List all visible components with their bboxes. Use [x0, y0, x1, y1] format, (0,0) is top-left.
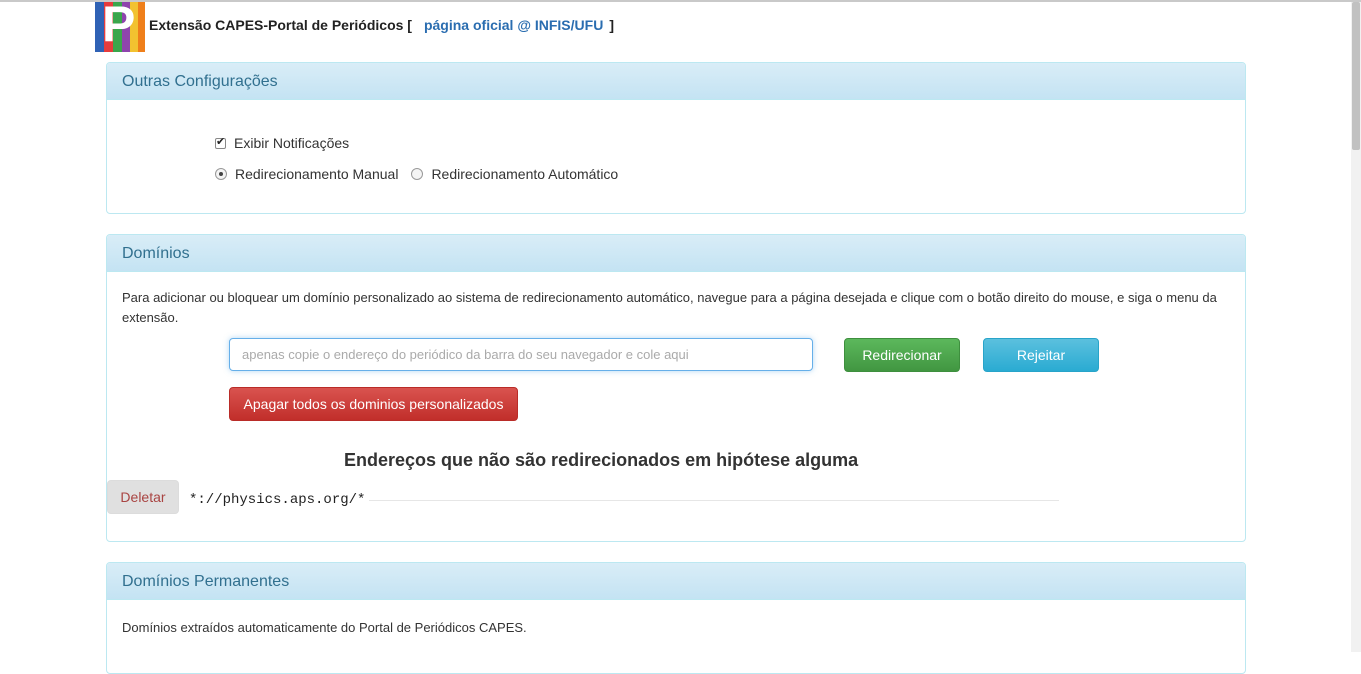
- show-notifications-row: Exibir Notificações: [215, 135, 349, 151]
- redirect-mode-row: Redirecionamento Manual Redirecionamento…: [215, 166, 618, 182]
- show-notifications-label: Exibir Notificações: [234, 135, 350, 151]
- excluded-addresses-title: Endereços que não são redirecionados em …: [344, 450, 859, 470]
- domains-heading: Domínios: [107, 235, 1245, 272]
- reject-button[interactable]: Rejeitar: [983, 338, 1099, 372]
- domains-panel: Domínios Para adicionar ou bloquear um d…: [106, 234, 1246, 542]
- auto-redirect-radio[interactable]: [411, 168, 424, 180]
- permanent-domains-heading: Domínios Permanentes: [107, 563, 1245, 600]
- excluded-domain-pattern: *://physics.aps.org/*: [189, 492, 366, 508]
- domain-url-input[interactable]: [229, 338, 813, 371]
- show-notifications-checkbox[interactable]: [215, 135, 226, 149]
- manual-redirect-radio[interactable]: [215, 168, 227, 180]
- window-top-border: [0, 0, 1361, 2]
- permanent-domains-description: Domínios extraídos automaticamente do Po…: [122, 620, 527, 635]
- scrollbar-thumb[interactable]: [1352, 2, 1360, 150]
- other-settings-heading: Outras Configurações: [107, 63, 1245, 100]
- vertical-scrollbar[interactable]: [1351, 2, 1361, 652]
- auto-redirect-label: Redirecionamento Automático: [431, 166, 619, 182]
- permanent-domains-panel: Domínios Permanentes Domínios extraídos …: [106, 562, 1246, 674]
- portal-logo: P: [95, 2, 145, 52]
- other-settings-panel: Outras Configurações Exibir Notificações…: [106, 62, 1246, 214]
- header-close-bracket: ]: [609, 17, 614, 33]
- redirect-button[interactable]: Redirecionar: [844, 338, 960, 372]
- delete-domain-button[interactable]: Deletar: [107, 480, 179, 514]
- manual-redirect-label: Redirecionamento Manual: [235, 166, 399, 182]
- clear-all-domains-button[interactable]: Apagar todos os dominios personalizados: [229, 387, 518, 421]
- excluded-item-divider: [369, 500, 1059, 501]
- official-page-link[interactable]: página oficial @ INFIS/UFU: [424, 17, 603, 33]
- page-header: Extensão CAPES-Portal de Periódicos [ pág…: [149, 17, 614, 33]
- domains-description: Para adicionar ou bloquear um domínio pe…: [122, 290, 1217, 325]
- logo-letter: P: [102, 2, 136, 52]
- header-title: Extensão CAPES-Portal de Periódicos [: [149, 17, 412, 33]
